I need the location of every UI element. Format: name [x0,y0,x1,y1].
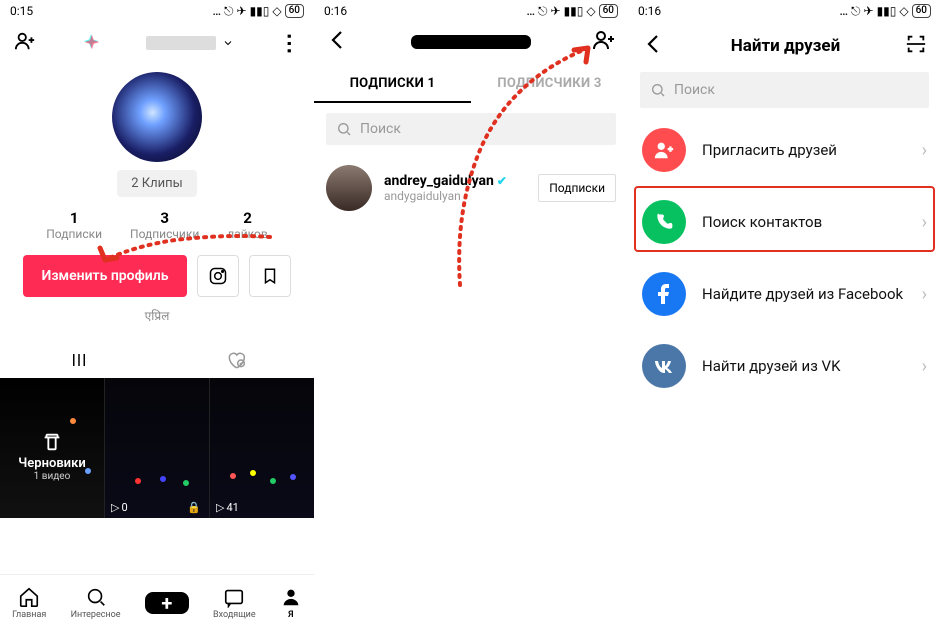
option-label: Найти друзей из VK [702,357,906,375]
option-invite[interactable]: Пригласить друзей › [628,114,941,186]
status-bar: 0:15 …⎋✈▮▮▯◇ 60 [0,0,314,22]
video-cell-2[interactable]: ▷41 [210,378,314,518]
status-bar: 0:16 …⎋✈▮▮▯◇ 60 [628,0,941,22]
back-icon[interactable] [326,28,350,56]
stat-followers[interactable]: 3Подписчики [130,209,199,241]
back-icon[interactable] [642,32,666,60]
vk-icon [642,344,686,388]
user-row[interactable]: andrey_gaidulyan✔ andygaidulyan Подписки [314,155,628,221]
nav-me[interactable]: Я [280,586,302,620]
follow-tabs: ПОДПИСКИ 1 ПОДПИСЧИКИ 3 [314,66,628,103]
stats-row: 1Подписки 3Подписчики 2лайков [0,209,314,241]
video-grid: Черновики 1 видео ▷0 🔒 ▷41 [0,378,314,518]
nav-home[interactable]: Главная [12,586,46,620]
option-facebook[interactable]: Найдите друзей из Facebook › [628,258,941,330]
clips-button[interactable]: 2 Клипы [117,170,197,197]
following-topbar [314,22,628,56]
search-input[interactable]: Поиск [640,72,929,108]
unfollow-button[interactable]: Подписки [538,174,616,202]
nav-create[interactable]: + [145,592,189,614]
redacted-username [411,35,531,49]
instagram-button[interactable] [197,255,239,297]
status-icons: …⎋✈▮▮▯◇ 60 [213,4,304,19]
bottom-nav: Главная Интересное + Входящие Я [0,574,314,630]
search-icon [650,82,666,98]
blurred-username [146,36,216,50]
chevron-right-icon: › [922,140,927,161]
facebook-icon [642,272,686,316]
status-icons: …⎋✈▮▮▯◇ 60 [840,4,931,19]
bio-text: एप्रिल [0,307,314,324]
screen-following: 0:16 …⎋✈▮▮▯◇ 60 ПОДПИСКИ 1 ПОДПИСЧИКИ 3 … [314,0,628,630]
status-bar: 0:16 …⎋✈▮▮▯◇ 60 [314,0,628,22]
stat-following[interactable]: 1Подписки [46,209,102,241]
screen-profile: 0:15 …⎋✈▮▮▯◇ 60 ⋯ 2 Клипы 1Подписки 3Под… [0,0,314,630]
search-icon [336,121,352,137]
chevron-down-icon [222,37,234,49]
tab-liked[interactable] [157,350,314,374]
add-friend-icon[interactable] [14,30,36,56]
user-info: andrey_gaidulyan✔ andygaidulyan [384,173,526,203]
profile-topbar: ⋯ [0,22,314,64]
option-label: Найдите друзей из Facebook [702,285,906,303]
drafts-count: 1 видео [0,471,104,482]
verified-icon: ✔ [497,174,507,188]
drafts-cell[interactable]: Черновики 1 видео [0,378,104,518]
drafts-icon [41,431,63,453]
nav-inbox[interactable]: Входящие [213,586,256,620]
edit-profile-button[interactable]: Изменить профиль [23,255,186,297]
sparkle-icon[interactable] [80,32,102,54]
profile-avatar[interactable] [112,72,202,162]
find-friends-topbar: Найти друзей [628,22,941,64]
clock: 0:16 [638,4,661,18]
content-tabs [0,346,314,378]
tab-grid[interactable] [0,351,157,373]
play-icon: ▷ [111,501,119,514]
search-input[interactable]: Поиск [326,113,616,145]
option-label: Пригласить друзей [702,141,906,159]
page-title: Найти друзей [731,36,840,56]
user-avatar [326,165,372,211]
search-placeholder: Поиск [674,82,715,98]
action-row: Изменить профиль [0,255,314,297]
play-count: 0 [121,501,127,514]
stat-likes[interactable]: 2лайков [227,209,267,241]
clock: 0:15 [10,4,33,18]
scan-icon[interactable] [905,33,927,59]
drafts-title: Черновики [0,456,104,471]
play-icon: ▷ [216,501,224,514]
more-icon[interactable]: ⋯ [277,32,302,54]
clock: 0:16 [324,4,347,18]
bookmark-button[interactable] [249,255,291,297]
option-vk[interactable]: Найти друзей из VK › [628,330,941,402]
user-name: andrey_gaidulyan [384,173,494,189]
chevron-right-icon: › [922,284,927,305]
nav-discover[interactable]: Интересное [71,586,121,620]
status-icons: …⎋✈▮▮▯◇ 60 [527,4,618,19]
tab-following[interactable]: ПОДПИСКИ 1 [314,66,471,103]
video-cell-1[interactable]: ▷0 🔒 [104,378,210,518]
chevron-right-icon: › [922,356,927,377]
search-placeholder: Поиск [360,121,401,137]
screen-find-friends: 0:16 …⎋✈▮▮▯◇ 60 Найти друзей Поиск Пригл… [628,0,941,630]
tab-followers[interactable]: ПОДПИСЧИКИ 3 [471,66,628,103]
add-friend-icon[interactable] [592,28,616,56]
annotation-highlight [634,186,935,252]
lock-icon: 🔒 [187,501,201,514]
username-dropdown[interactable] [146,36,234,50]
play-count: 41 [226,501,238,514]
invite-icon [642,128,686,172]
user-handle: andygaidulyan [384,189,526,203]
